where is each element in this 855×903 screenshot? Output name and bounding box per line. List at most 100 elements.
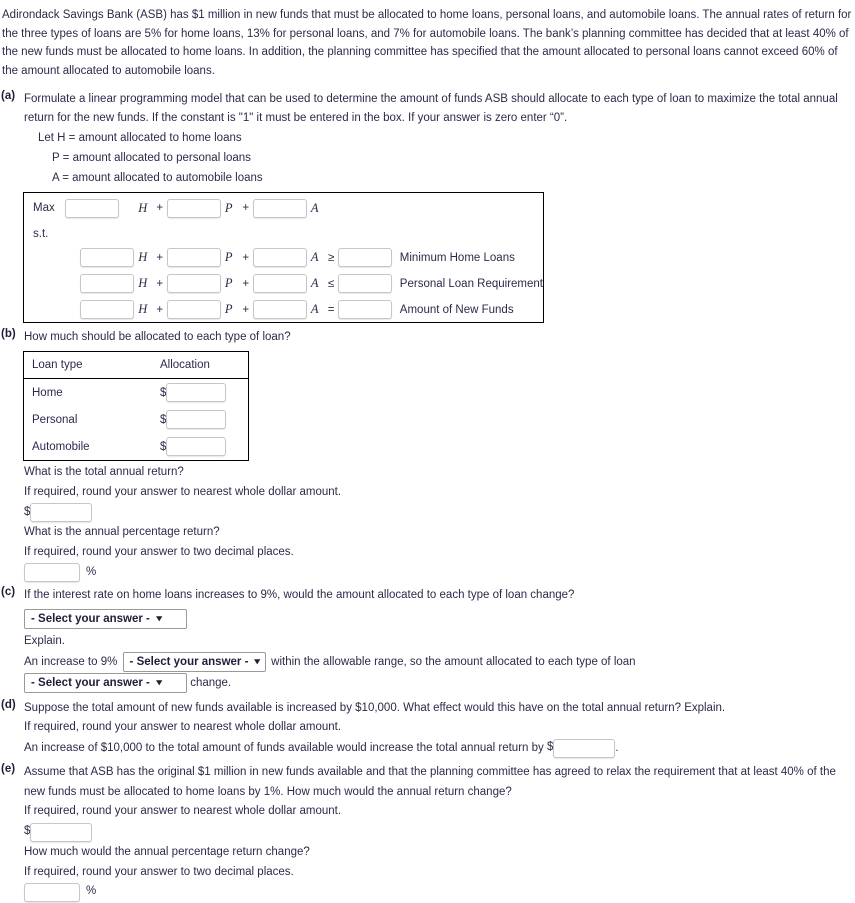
constraint2-coef-p-input[interactable]: [166, 274, 221, 294]
allocation-table: Loan type Allocation Home $ Personal $ A…: [23, 351, 249, 462]
constraint2-var-a: A: [310, 276, 319, 291]
part-e-label: (e): [1, 762, 16, 775]
definition-a: A = amount allocated to automobile loans: [52, 171, 263, 184]
constraint2-relation: ≤: [328, 277, 335, 290]
constraint2-coef-h-input[interactable]: [80, 274, 135, 294]
part-c-prompt: If the interest rate on home loans incre…: [24, 588, 575, 601]
total-return-answer-row: $: [24, 503, 855, 524]
explain-middle-text: within the allowable range, so the amoun…: [271, 656, 636, 669]
constraint-row-2: H + P + A ≤ Personal Loan Requirement: [24, 271, 544, 297]
part-d-answer-suffix: .: [615, 742, 619, 755]
allocation-loan-type-personal: Personal: [32, 413, 78, 426]
definition-h: Let H = amount allocated to home loans: [38, 132, 242, 145]
part-e-rounding-dollar-note: If required, round your answer to neares…: [24, 805, 342, 818]
constraint3-description: Amount of New Funds: [399, 303, 514, 316]
part-a-prompt: Formulate a linear programming model tha…: [24, 92, 838, 125]
constraint1-description: Minimum Home Loans: [399, 251, 515, 264]
constraint3-relation: =: [327, 303, 335, 316]
definition-p: P = amount allocated to personal loans: [52, 151, 251, 164]
select-would-change[interactable]: - Select your answer - ▾: [24, 672, 187, 693]
table-row: Personal $: [24, 406, 249, 433]
constraint1-var-h: H: [138, 250, 148, 265]
allocation-home-input[interactable]: [166, 383, 227, 403]
constraint2-coef-a-input[interactable]: [252, 274, 307, 294]
constraint3-coef-h-input[interactable]: [80, 300, 135, 320]
total-return-question: What is the total annual return?: [24, 466, 184, 479]
part-b-label: (b): [1, 328, 16, 341]
constraint-row-3: H + P + A = Amount of New Funds: [24, 297, 544, 323]
allocation-header-row: Loan type Allocation: [23, 352, 249, 379]
objective-coef-p-cell: [166, 193, 221, 223]
part-e-pct-answer-row: %: [24, 882, 855, 903]
question-part-a: (a) Formulate a linear programming model…: [0, 90, 855, 324]
objective-coef-h-cell: [65, 193, 134, 223]
constraint-row-1: H + P + A ≥ Minimum Home Loans: [24, 245, 544, 271]
part-d-increase-input[interactable]: [553, 738, 616, 758]
question-part-d: (d) Suppose the total amount of new fund…: [0, 699, 855, 759]
objective-coef-h-input[interactable]: [65, 198, 120, 218]
constraint2-rhs-input[interactable]: [337, 274, 392, 294]
part-d-answer-row: An increase of $10,000 to the total amou…: [24, 738, 855, 759]
constraint3-coef-a-input[interactable]: [252, 300, 307, 320]
constraint1-rhs-input[interactable]: [337, 248, 392, 268]
constraint1-coef-a-input[interactable]: [252, 248, 307, 268]
total-annual-return-input[interactable]: [30, 503, 93, 523]
part-c-explain-label: Explain.: [24, 635, 65, 648]
allocation-header-allocation: Allocation: [160, 359, 210, 372]
part-b-prompt: How much should be allocated to each typ…: [24, 331, 291, 344]
constraint1-coef-h-input[interactable]: [80, 248, 135, 268]
allocation-header-loan-type: Loan type: [32, 359, 83, 372]
objective-var-p: P: [224, 200, 233, 215]
part-e-rounding-pct-note: If required, round your answer to two de…: [24, 865, 294, 878]
select-rate-change[interactable]: - Select your answer - ▾: [24, 609, 187, 630]
constraint3-var-a: A: [310, 302, 319, 317]
select-allowable-range-label: - Select your answer -: [129, 656, 249, 669]
part-d-rounding-note: If required, round your answer to neares…: [24, 721, 342, 734]
constraint3-rhs-input[interactable]: [337, 300, 392, 320]
part-c-explain-row-1: An increase to 9% - Select your answer -…: [24, 652, 855, 673]
annual-percentage-return-input[interactable]: [24, 563, 80, 583]
question-part-c: (c) If the interest rate on home loans i…: [0, 586, 855, 694]
part-c-explain-row-2: - Select your answer - ▾ change.: [24, 672, 855, 694]
constraint2-plus-1: +: [156, 277, 164, 290]
constraint2-var-h: H: [138, 276, 148, 291]
pct-return-answer-row: %: [24, 563, 855, 584]
lp-model-table: Max H + P + A s.t. H + P + A ≥ Minimum H…: [23, 192, 544, 324]
constraint3-var-h: H: [138, 302, 148, 317]
part-e-annual-return-change-input[interactable]: [30, 822, 93, 842]
part-d-answer-prefix: An increase of $10,000 to the total amou…: [24, 742, 544, 755]
explain-suffix-text: change.: [190, 676, 232, 689]
allocation-automobile-input[interactable]: [166, 437, 227, 457]
percent-sign-e: %: [86, 885, 97, 898]
constraint1-plus-2: +: [242, 251, 250, 264]
subject-to-label: s.t.: [33, 227, 49, 240]
objective-row: Max H + P + A: [24, 193, 544, 223]
part-e-dollar-answer-row: $: [24, 822, 855, 843]
objective-plus-2: +: [242, 202, 250, 215]
objective-var-a: A: [310, 200, 319, 215]
total-return-rounding-note: If required, round your answer to neares…: [24, 485, 342, 498]
subject-to-row: s.t.: [24, 223, 544, 245]
constraint1-relation: ≥: [328, 251, 335, 264]
pct-return-question: What is the annual percentage return?: [24, 526, 220, 539]
part-c-select-main-row: - Select your answer - ▾: [24, 609, 855, 630]
table-row: Home $: [24, 379, 249, 407]
constraint2-description: Personal Loan Requirement: [399, 277, 543, 290]
objective-plus-1: +: [156, 202, 164, 215]
allocation-personal-input[interactable]: [166, 410, 227, 430]
problem-statement: Adirondack Savings Bank (ASB) has $1 mil…: [2, 9, 852, 77]
part-e-pct-change-input[interactable]: [24, 882, 80, 902]
objective-coef-a-input[interactable]: [252, 198, 307, 218]
percent-sign-b: %: [86, 565, 97, 578]
constraint3-var-p: P: [224, 302, 233, 317]
constraint1-coef-p-input[interactable]: [166, 248, 221, 268]
select-allowable-range[interactable]: - Select your answer - ▾: [122, 652, 266, 673]
part-a-label: (a): [1, 89, 16, 102]
constraint3-plus-2: +: [242, 303, 250, 316]
constraint3-plus-1: +: [156, 303, 164, 316]
part-d-prompt: Suppose the total amount of new funds av…: [24, 701, 726, 714]
constraint3-coef-p-input[interactable]: [166, 300, 221, 320]
constraint2-var-p: P: [224, 276, 233, 291]
part-d-label: (d): [1, 698, 16, 711]
objective-coef-p-input[interactable]: [166, 198, 221, 218]
